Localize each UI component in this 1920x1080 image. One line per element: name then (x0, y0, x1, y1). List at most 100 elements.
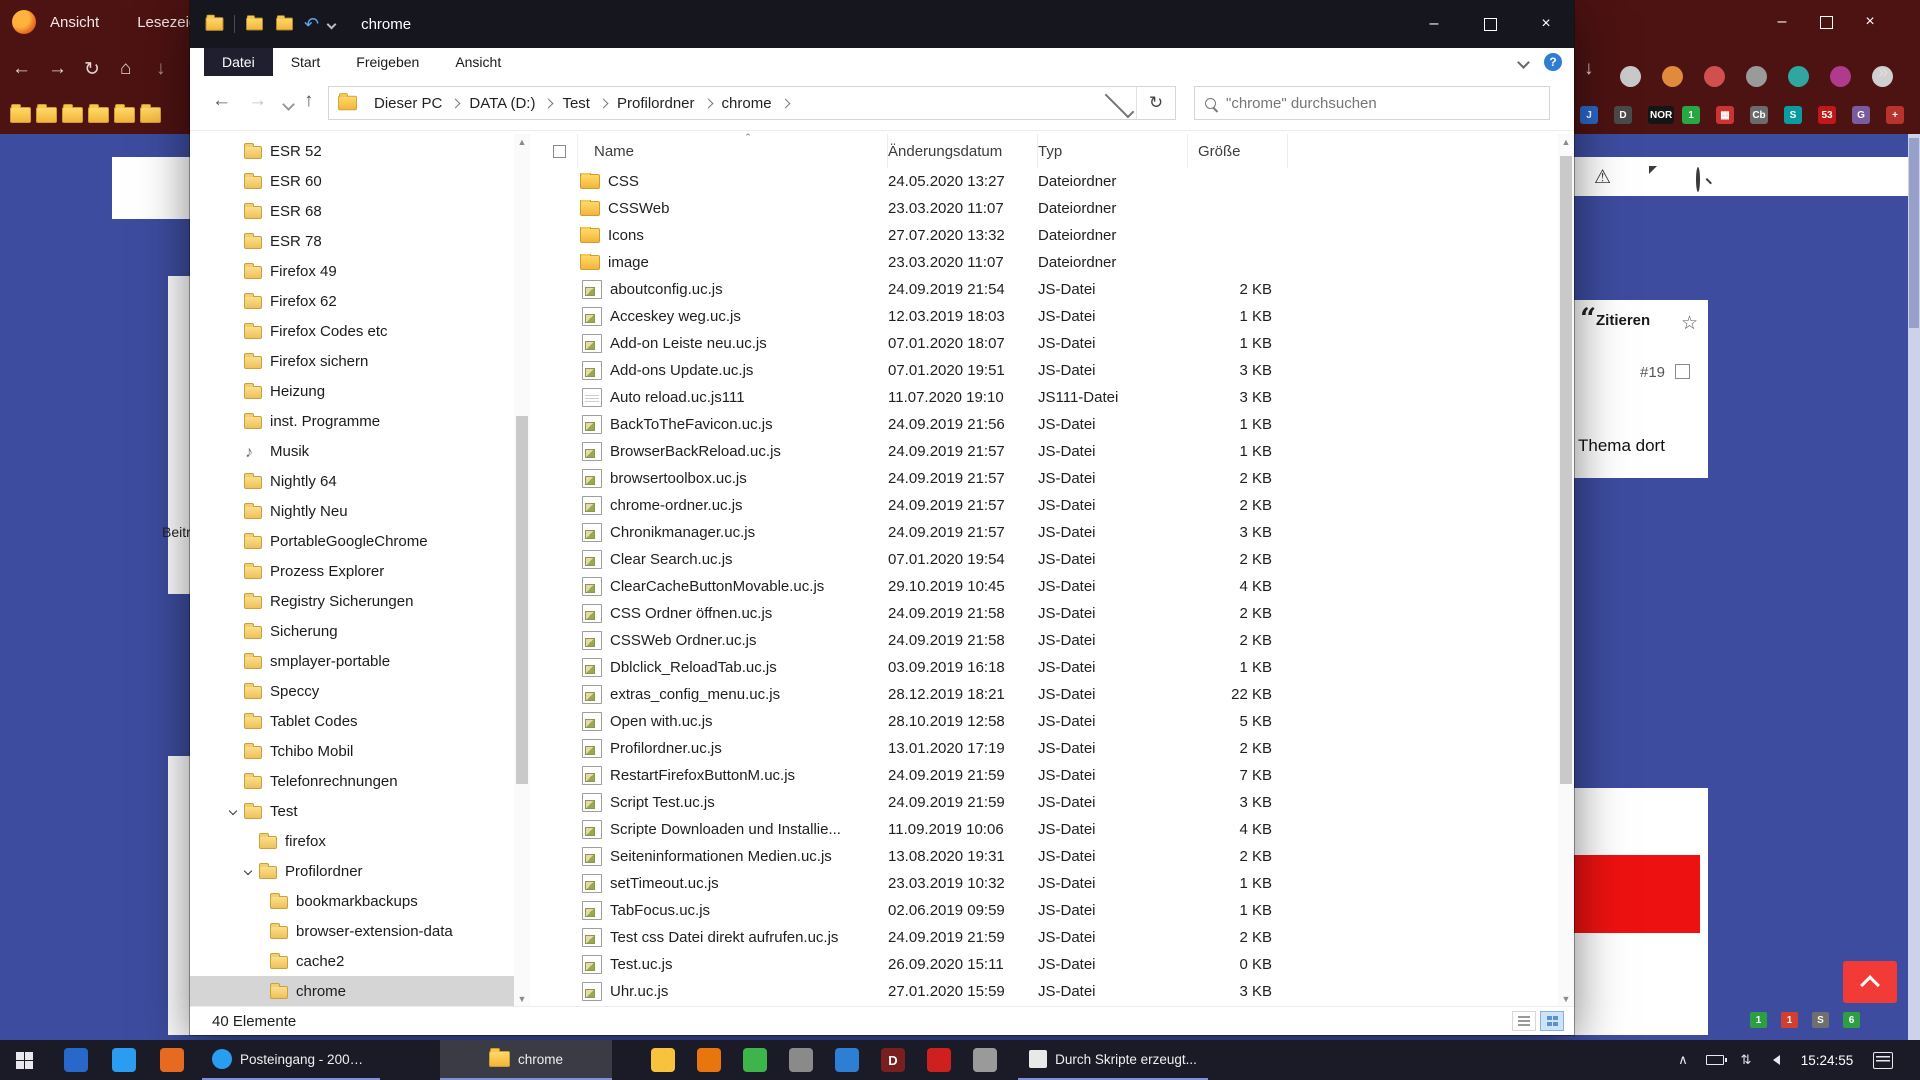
file-row[interactable]: Chronikmanager.uc.js 24.09.2019 21:57 JS… (542, 519, 1558, 546)
expander-chevron-icon[interactable] (230, 808, 244, 814)
post-checkbox[interactable] (1675, 364, 1690, 379)
tree-item[interactable]: Registry Sicherungen (190, 586, 514, 616)
icons-view-button[interactable] (1540, 1011, 1564, 1031)
tree-item[interactable]: firefox (190, 826, 514, 856)
breadcrumb-item[interactable]: DATA (D:) (462, 95, 542, 112)
breadcrumb-item[interactable]: Test (555, 95, 597, 112)
extension-icon[interactable] (1620, 66, 1641, 87)
tree-item[interactable]: ESR 78 (190, 226, 514, 256)
explorer-titlebar[interactable]: ↶ chrome – × (190, 0, 1574, 48)
search-icon[interactable] (1696, 169, 1700, 191)
bookmark-folder-icon[interactable] (62, 107, 83, 123)
bookmark-item-icon[interactable]: ▦ (1716, 106, 1734, 124)
tree-item[interactable]: Heizung (190, 376, 514, 406)
tree-item[interactable]: Nightly Neu (190, 496, 514, 526)
task-button-chrome[interactable]: chrome (440, 1040, 612, 1080)
file-row[interactable]: CSSWeb Ordner.uc.js 24.09.2019 21:58 JS-… (542, 627, 1558, 654)
browser-back-icon[interactable]: ← (12, 58, 31, 80)
breadcrumb-item[interactable]: chrome (715, 95, 779, 112)
file-row[interactable]: Uhr.uc.js 27.01.2020 15:59 JS-Datei 3 KB (542, 978, 1558, 1005)
file-row[interactable]: Scripte Downloaden und Installie... 11.0… (542, 816, 1558, 843)
menu-lesezeichen[interactable]: Lesezeic (137, 14, 196, 31)
scroll-up-icon[interactable]: ▲ (1558, 134, 1574, 150)
browser-download-icon[interactable]: ↓ (156, 58, 166, 80)
column-header-name[interactable]: Name ˆ (578, 134, 888, 168)
bookmark-item-icon[interactable]: NOR (1648, 106, 1674, 124)
qat-customize-chevron-icon[interactable] (327, 19, 337, 29)
bookmark-item-icon[interactable]: + (1886, 106, 1904, 124)
chevron-right-icon[interactable] (451, 98, 461, 108)
chevron-right-icon[interactable] (703, 98, 713, 108)
tray-expand-button[interactable]: ∧ (1668, 1040, 1698, 1080)
nav-up-button[interactable]: ↑ (304, 90, 314, 112)
taskbar-app-icon[interactable] (651, 1048, 675, 1072)
nav-back-button[interactable]: ← (212, 90, 231, 112)
tree-item[interactable]: PortableGoogleChrome (190, 526, 514, 556)
post-number[interactable]: #19 (1640, 364, 1665, 381)
search-box[interactable] (1194, 86, 1550, 120)
close-button[interactable]: × (1518, 0, 1574, 48)
bookmark-folder-icon[interactable] (88, 107, 109, 123)
file-row[interactable]: Test.uc.js 26.09.2020 15:11 JS-Datei 0 K… (542, 951, 1558, 978)
scroll-up-icon[interactable]: ▲ (514, 134, 530, 150)
nav-history-chevron-icon[interactable] (282, 98, 295, 111)
chevron-right-icon[interactable] (599, 98, 609, 108)
expander-chevron-icon[interactable] (245, 868, 259, 874)
taskbar-app-icon[interactable] (973, 1048, 997, 1072)
scroll-to-top-button[interactable] (1843, 961, 1897, 1003)
bookmark-folder-icon[interactable] (10, 107, 31, 123)
tree-item[interactable]: inst. Programme (190, 406, 514, 436)
file-row[interactable]: setTimeout.uc.js 23.03.2019 10:32 JS-Dat… (542, 870, 1558, 897)
tree-scrollbar-thumb[interactable] (516, 416, 528, 784)
chevron-right-icon[interactable] (544, 98, 554, 108)
tree-item[interactable]: smplayer-portable (190, 646, 514, 676)
taskbar-app-icon[interactable] (64, 1048, 88, 1072)
ribbon-tab[interactable]: Start (273, 48, 339, 76)
bookmark-folder-icon[interactable] (114, 107, 135, 123)
file-row[interactable]: CSSWeb 23.03.2020 11:07 Dateiordner (542, 195, 1558, 222)
file-row[interactable]: aboutconfig.uc.js 24.09.2019 21:54 JS-Da… (542, 276, 1558, 303)
bookmark-item-icon[interactable]: G (1852, 106, 1870, 124)
file-row[interactable]: image 23.03.2020 11:07 Dateiordner (542, 249, 1558, 276)
bookmark-item-icon[interactable]: Cb (1750, 106, 1768, 124)
help-button[interactable]: ? (1544, 53, 1562, 71)
browser-forward-icon[interactable]: → (48, 58, 67, 80)
tree-item[interactable]: Tchibo Mobil (190, 736, 514, 766)
browser-restore-button[interactable] (1806, 0, 1846, 44)
tree-item[interactable]: Telefonrechnungen (190, 766, 514, 796)
tree-item[interactable]: browser-extension-data (190, 916, 514, 946)
tree-item[interactable]: ESR 68 (190, 196, 514, 226)
column-header-type[interactable]: Typ (1038, 134, 1188, 168)
file-row[interactable]: Add-ons Update.uc.js 07.01.2020 19:51 JS… (542, 357, 1558, 384)
extension-icon[interactable] (1830, 66, 1851, 87)
maximize-button[interactable] (1462, 0, 1518, 48)
address-dropdown-chevron-icon[interactable] (1105, 88, 1135, 118)
file-row[interactable]: Acceskey weg.uc.js 12.03.2019 18:03 JS-D… (542, 303, 1558, 330)
browser-downloads-icon[interactable]: ↓ (1584, 58, 1594, 80)
menu-ansicht[interactable]: Ansicht (50, 14, 99, 31)
file-row[interactable]: Seiteninformationen Medien.uc.js 13.08.2… (542, 843, 1558, 870)
extension-icon[interactable] (1788, 66, 1809, 87)
taskbar-app-icon[interactable]: D (881, 1048, 905, 1072)
undo-icon[interactable]: ↶ (304, 14, 319, 35)
tree-scrollbar[interactable]: ▲ ▼ (514, 134, 530, 1007)
taskbar-app-icon[interactable] (927, 1048, 951, 1072)
ribbon-tab[interactable]: Freigeben (338, 48, 437, 76)
bookmark-item-icon[interactable]: S (1784, 106, 1802, 124)
battery-indicator[interactable] (1700, 1040, 1730, 1080)
file-row[interactable]: Clear Search.uc.js 07.01.2020 19:54 JS-D… (542, 546, 1558, 573)
file-row[interactable]: ClearCacheButtonMovable.uc.js 29.10.2019… (542, 573, 1558, 600)
refresh-button[interactable]: ↻ (1136, 87, 1175, 119)
extension-icon[interactable] (1704, 66, 1725, 87)
breadcrumb-bar[interactable]: Dieser PC DATA (D:) Test Profilordner (328, 86, 1176, 120)
toolbar-overflow-icon[interactable]: » (1878, 62, 1888, 83)
warning-icon[interactable]: ⚠ (1594, 166, 1611, 189)
breadcrumb-item[interactable]: Profilordner (610, 95, 702, 112)
browser-reload-icon[interactable]: ↻ (84, 58, 100, 81)
taskbar-app-icon[interactable] (160, 1048, 184, 1072)
column-header-size[interactable]: Größe (1188, 134, 1288, 168)
file-row[interactable]: TabFocus.uc.js 02.06.2019 09:59 JS-Datei… (542, 897, 1558, 924)
details-view-button[interactable] (1512, 1011, 1536, 1031)
tree-item[interactable]: Firefox Codes etc (190, 316, 514, 346)
column-header-date[interactable]: Änderungsdatum (888, 134, 1038, 168)
